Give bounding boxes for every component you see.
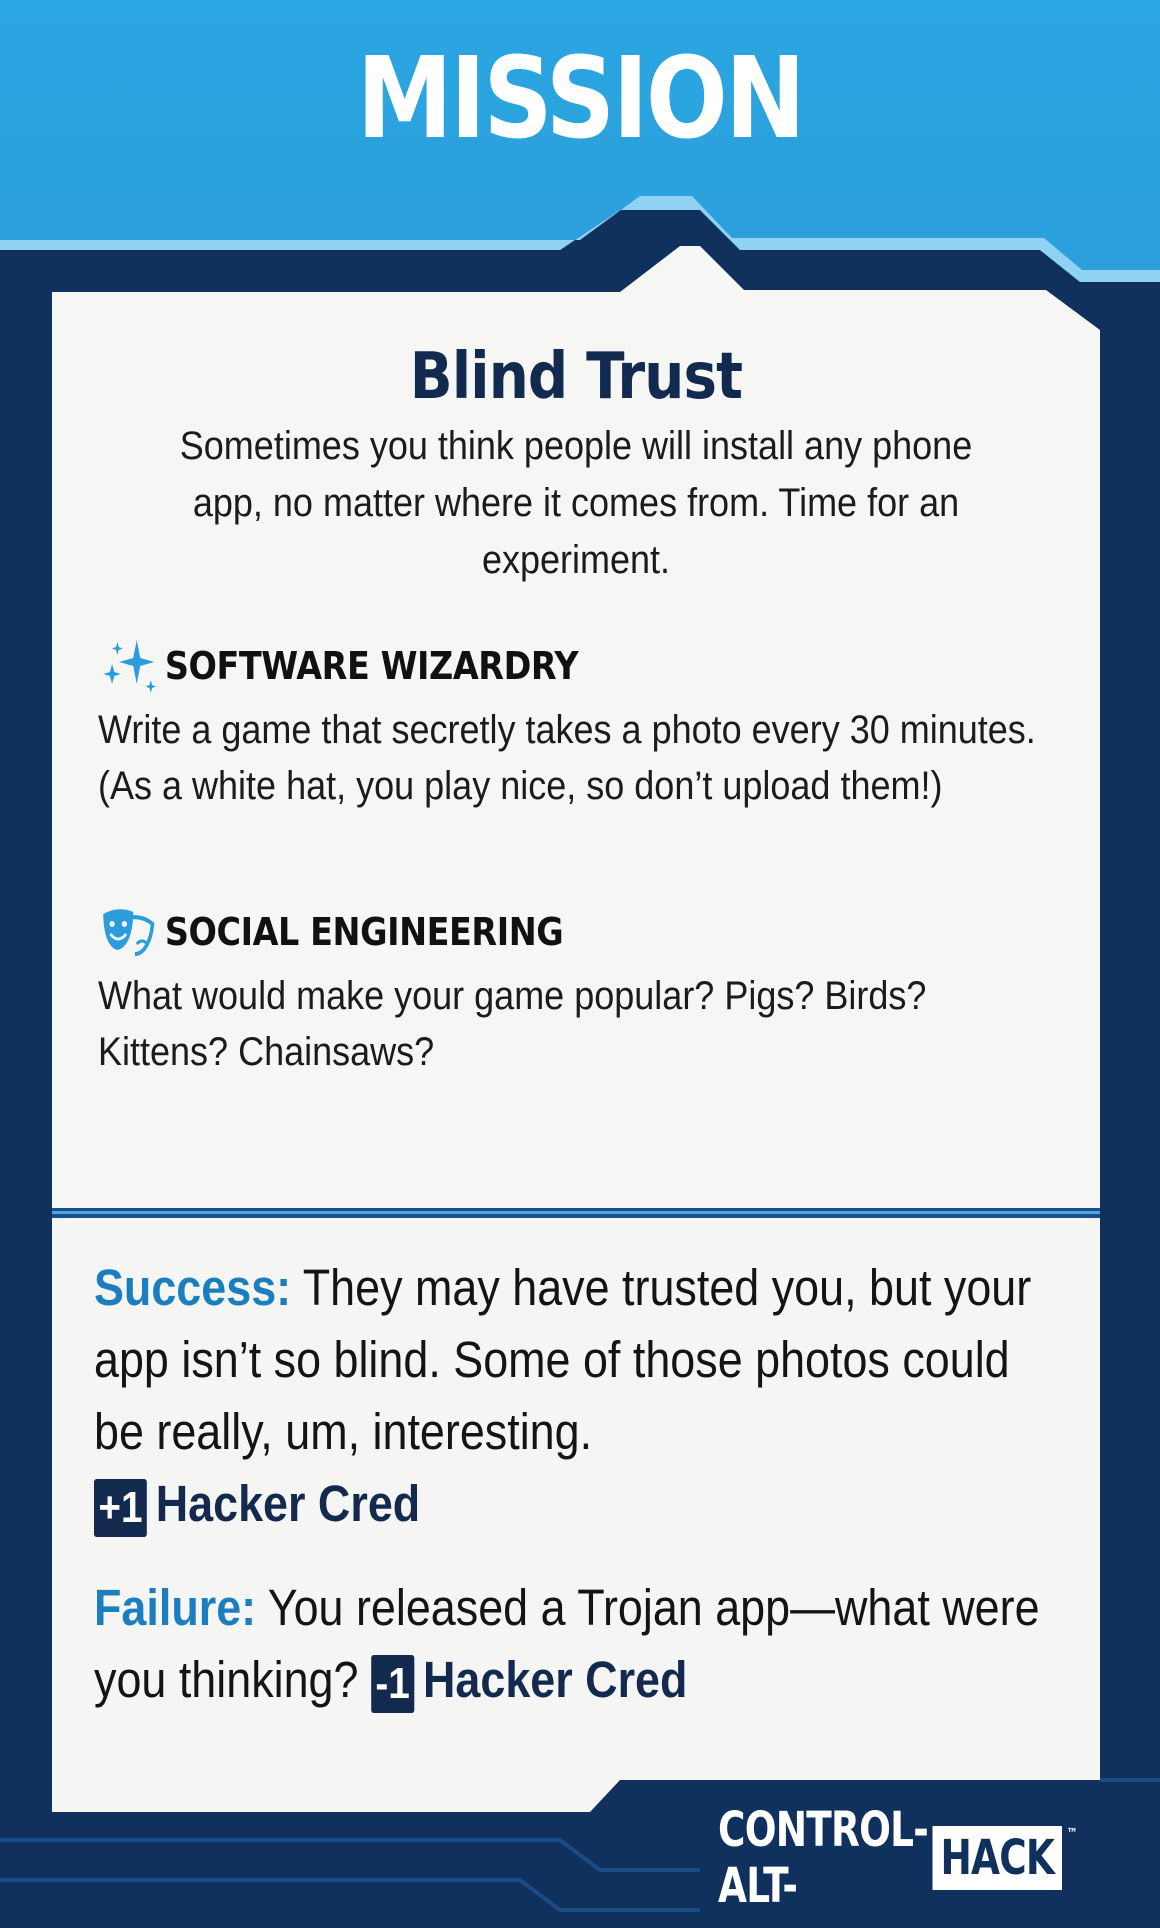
success-label: Success: bbox=[94, 1259, 292, 1316]
logo-text: CONTROL-ALT- bbox=[718, 1802, 929, 1914]
outcome-panel: Success: They may have trusted you, but … bbox=[52, 1218, 1100, 1760]
success-cred-badge: +1 bbox=[94, 1478, 147, 1537]
failure-cred-label: Hacker Cred bbox=[422, 1651, 688, 1708]
skill-text: What would make your game popular? Pigs?… bbox=[98, 974, 927, 1074]
skill-text: Write a game that secretly takes a photo… bbox=[98, 708, 1036, 808]
theater-masks-icon bbox=[103, 909, 155, 956]
mission-name: Blind Trust bbox=[409, 340, 743, 414]
failure-label: Failure: bbox=[94, 1579, 257, 1636]
sparkles-icon bbox=[103, 640, 157, 693]
success-cred-label: Hacker Cred bbox=[155, 1475, 421, 1532]
mission-panel: Blind Trust Sometimes you think people w… bbox=[52, 290, 1100, 1208]
control-alt-hack-logo: CONTROL-ALT- HACK ™ bbox=[718, 1802, 1078, 1914]
skill-name: SOFTWARE WIZARDRY bbox=[164, 644, 579, 688]
skill-social-engineering: SOCIAL ENGINEERING What would make your … bbox=[98, 904, 1070, 1080]
skill-name: SOCIAL ENGINEERING bbox=[164, 910, 564, 954]
skill-software-wizardry: SOFTWARE WIZARDRY Write a game that secr… bbox=[98, 638, 1070, 814]
success-block: Success: They may have trusted you, but … bbox=[94, 1252, 1062, 1540]
failure-cred-badge: -1 bbox=[370, 1654, 415, 1713]
card-type-title: MISSION bbox=[356, 34, 806, 164]
mission-intro: Sometimes you think people will install … bbox=[179, 424, 973, 582]
logo-hack-box: HACK bbox=[932, 1826, 1062, 1890]
failure-block: Failure: You released a Trojan app—what … bbox=[94, 1572, 1062, 1716]
trademark-mark: ™ bbox=[1066, 1826, 1078, 1842]
